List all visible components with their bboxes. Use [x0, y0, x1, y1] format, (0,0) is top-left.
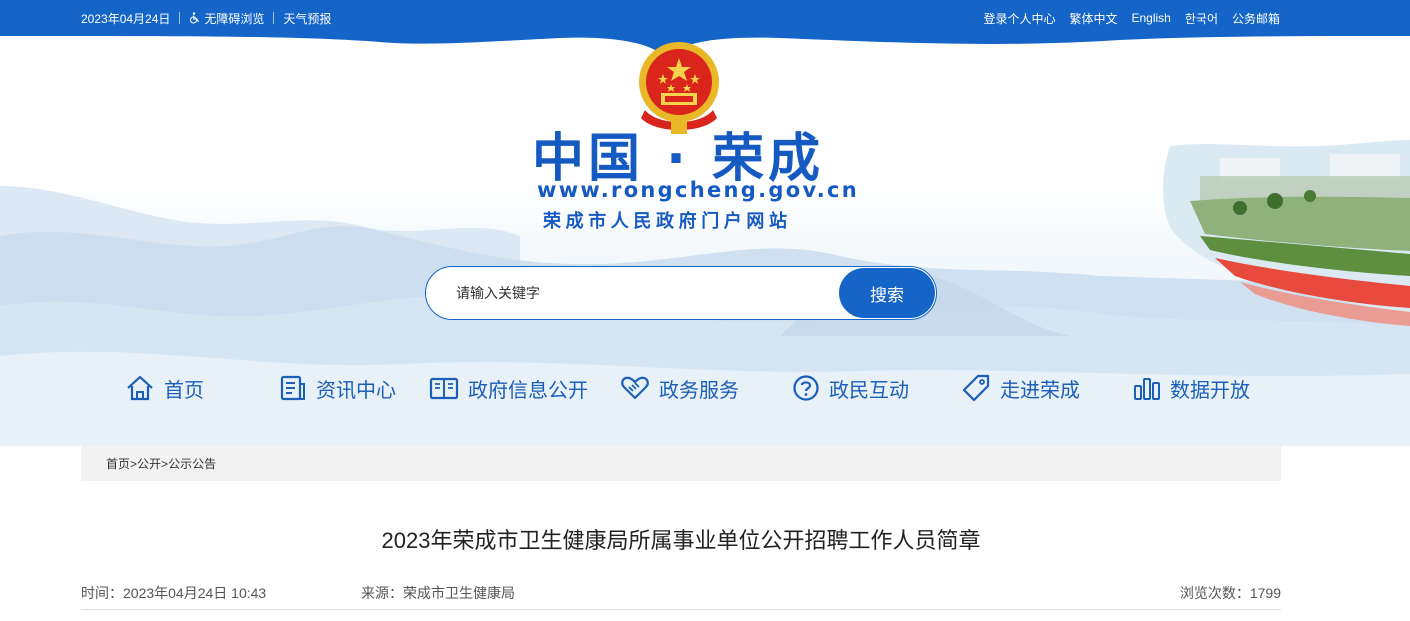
breadcrumb-announcements[interactable]: 公示公告 — [168, 455, 216, 472]
current-date: 2023年04月24日 — [81, 11, 171, 26]
question-icon — [793, 375, 819, 401]
search-button[interactable]: 搜索 — [839, 268, 935, 318]
nav-label: 走进荣成 — [1000, 379, 1080, 402]
nav-label: 数据开放 — [1170, 379, 1250, 402]
breadcrumb: 首页 > 公开 > 公示公告 — [81, 446, 1281, 481]
home-icon — [127, 375, 153, 401]
divider — [273, 12, 275, 24]
search-box: 搜索 — [425, 266, 937, 320]
nav-label: 政务服务 — [659, 379, 739, 402]
weather-link[interactable]: 天气预报 — [283, 10, 331, 27]
wheelchair-icon — [190, 12, 200, 24]
nav-label: 政民互动 — [829, 379, 909, 402]
nav-label: 资讯中心 — [316, 379, 396, 402]
nav-label: 政府信息公开 — [468, 379, 588, 402]
nav-item-home[interactable]: 首页 — [125, 370, 204, 406]
breadcrumb-separator: > — [130, 456, 138, 471]
nav-item-news[interactable]: 资讯中心 — [279, 370, 396, 406]
main-nav: 首页 资讯中心 政府信息公开 政务服务 政民互动 走进荣成 数据开放 — [0, 370, 1410, 406]
nav-item-about[interactable]: 走进荣成 — [961, 370, 1080, 406]
article-meta: 时间：2023年04月24日 10:43 来源：荣成市卫生健康局 浏览次数：17… — [81, 580, 1281, 610]
nav-item-gov-info[interactable]: 政府信息公开 — [429, 370, 588, 406]
accessibility-link[interactable]: 无障碍浏览 — [189, 10, 264, 27]
view-count: 浏览次数：1799 — [1179, 585, 1281, 601]
traditional-chinese-link[interactable]: 繁体中文 — [1069, 10, 1117, 27]
breadcrumb-separator: > — [161, 456, 169, 471]
divider — [179, 12, 181, 24]
bar-chart-icon — [1134, 378, 1160, 400]
search-input[interactable] — [456, 282, 836, 304]
official-mail-link[interactable]: 公务邮箱 — [1232, 10, 1280, 27]
top-bar: 2023年04月24日 无障碍浏览 天气预报 登录个人中心 繁体中文 Engli… — [0, 0, 1410, 36]
article-title: 2023年荣成市卫生健康局所属事业单位公开招聘工作人员简章 — [381, 528, 981, 553]
login-link[interactable]: 登录个人中心 — [983, 10, 1055, 27]
accessibility-label: 无障碍浏览 — [204, 11, 265, 26]
nav-item-gov-service[interactable]: 政务服务 — [620, 370, 739, 406]
header-banner: 中国 · 荣成 www.rongcheng.gov.cn 荣成市人民政府门户网站… — [0, 36, 1410, 446]
site-url: www.rongcheng.gov.cn — [537, 178, 860, 202]
nav-item-interaction[interactable]: 政民互动 — [792, 370, 909, 406]
breadcrumb-public[interactable]: 公开 — [137, 455, 161, 472]
nav-item-open-data[interactable]: 数据开放 — [1133, 370, 1250, 406]
breadcrumb-home[interactable]: 首页 — [106, 455, 130, 472]
book-icon — [429, 377, 459, 400]
publish-time: 时间：2023年04月24日 10:43 — [81, 585, 267, 601]
site-subtitle: 荣成市人民政府门户网站 — [543, 211, 792, 232]
english-link[interactable]: English — [1132, 11, 1171, 25]
korean-link[interactable]: 한국어 — [1185, 10, 1218, 27]
news-icon — [280, 375, 305, 401]
tag-icon — [962, 374, 990, 402]
article-source: 来源：荣成市卫生健康局 — [361, 585, 515, 601]
handshake-icon — [621, 376, 649, 400]
nav-label: 首页 — [164, 379, 204, 402]
